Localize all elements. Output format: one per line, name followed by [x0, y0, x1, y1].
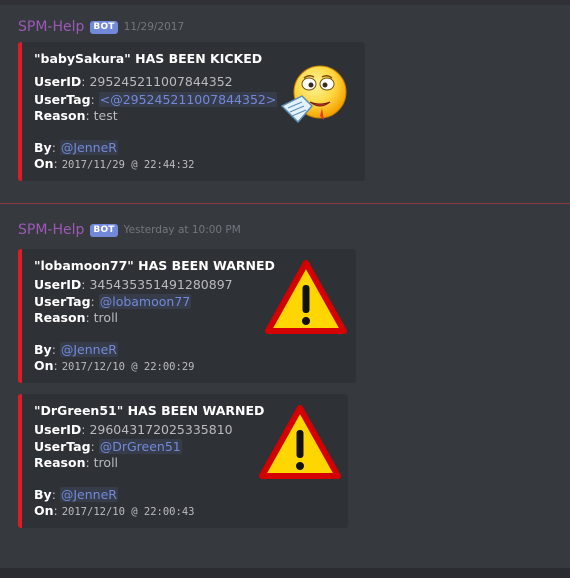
- user-mention[interactable]: @JenneR: [59, 140, 118, 155]
- timestamp: Yesterday at 10:00 PM: [123, 224, 241, 236]
- warning-icon[interactable]: [264, 259, 348, 335]
- field-label: On: [34, 156, 54, 171]
- embed-kick: "babySakura" HAS BEEN KICKED UserID: 295…: [18, 42, 365, 181]
- field-value: 345435351491280897: [89, 277, 233, 292]
- field-value: test: [93, 108, 118, 123]
- field-label: Reason: [34, 455, 86, 470]
- sick-emoji-icon[interactable]: [276, 62, 350, 130]
- new-messages-divider: [0, 203, 570, 204]
- field-value: 296043172025335810: [89, 422, 233, 437]
- field-label: By: [34, 140, 52, 155]
- field-label: UserTag: [34, 92, 91, 107]
- embed-warn: "DrGreen51" HAS BEEN WARNED UserID: 2960…: [18, 394, 348, 528]
- embed-title: "lobamoon77" HAS BEEN WARNED: [34, 258, 275, 273]
- user-mention[interactable]: <@295245211007844352>: [98, 92, 278, 107]
- field-reason: Reason: test: [34, 108, 118, 123]
- field-label: Reason: [34, 310, 86, 325]
- field-label: UserTag: [34, 294, 91, 309]
- user-mention[interactable]: @JenneR: [59, 487, 118, 502]
- field-label: UserID: [34, 422, 82, 437]
- field-label: UserID: [34, 277, 82, 292]
- field-value: 295245211007844352: [89, 74, 233, 89]
- timestamp: 11/29/2017: [123, 21, 185, 33]
- field-label: By: [34, 487, 52, 502]
- field-value: 2017/11/29 @ 22:44:32: [61, 159, 195, 171]
- field-by: By: @JenneR: [34, 140, 118, 155]
- field-on: On: 2017/11/29 @ 22:44:32: [34, 156, 195, 171]
- field-label: On: [34, 503, 54, 518]
- bot-badge: BOT: [90, 223, 118, 237]
- field-value: troll: [93, 310, 119, 325]
- field-by: By: @JenneR: [34, 342, 118, 357]
- field-userid: UserID: 295245211007844352: [34, 74, 233, 89]
- field-value: 2017/12/10 @ 22:00:43: [61, 506, 195, 518]
- field-label: UserID: [34, 74, 82, 89]
- message-header: SPM-Help BOT Yesterday at 10:00 PM: [18, 220, 241, 240]
- field-label: On: [34, 358, 54, 373]
- user-mention[interactable]: @JenneR: [59, 342, 118, 357]
- username[interactable]: SPM-Help: [18, 19, 84, 35]
- field-value: 2017/12/10 @ 22:00:29: [61, 361, 195, 373]
- field-label: By: [34, 342, 52, 357]
- message-header: SPM-Help BOT 11/29/2017: [18, 17, 184, 37]
- field-reason: Reason: troll: [34, 455, 119, 470]
- field-usertag: UserTag: <@295245211007844352>: [34, 92, 278, 107]
- field-reason: Reason: troll: [34, 310, 119, 325]
- embed-warn: "lobamoon77" HAS BEEN WARNED UserID: 345…: [18, 249, 356, 383]
- top-bar: [0, 0, 570, 5]
- field-usertag: UserTag: @DrGreen51: [34, 439, 182, 454]
- field-by: By: @JenneR: [34, 487, 118, 502]
- field-userid: UserID: 345435351491280897: [34, 277, 233, 292]
- field-label: Reason: [34, 108, 86, 123]
- field-on: On: 2017/12/10 @ 22:00:43: [34, 503, 195, 518]
- bot-badge: BOT: [90, 20, 118, 34]
- embed-title: "DrGreen51" HAS BEEN WARNED: [34, 403, 265, 418]
- field-value: troll: [93, 455, 119, 470]
- embed-title: "babySakura" HAS BEEN KICKED: [34, 51, 263, 66]
- username[interactable]: SPM-Help: [18, 222, 84, 238]
- field-userid: UserID: 296043172025335810: [34, 422, 233, 437]
- field-usertag: UserTag: @lobamoon77: [34, 294, 192, 309]
- field-on: On: 2017/12/10 @ 22:00:29: [34, 358, 195, 373]
- bottom-bar: [0, 568, 570, 578]
- user-mention[interactable]: @lobamoon77: [98, 294, 192, 309]
- field-label: UserTag: [34, 439, 91, 454]
- user-mention[interactable]: @DrGreen51: [98, 439, 182, 454]
- warning-icon[interactable]: [258, 404, 342, 480]
